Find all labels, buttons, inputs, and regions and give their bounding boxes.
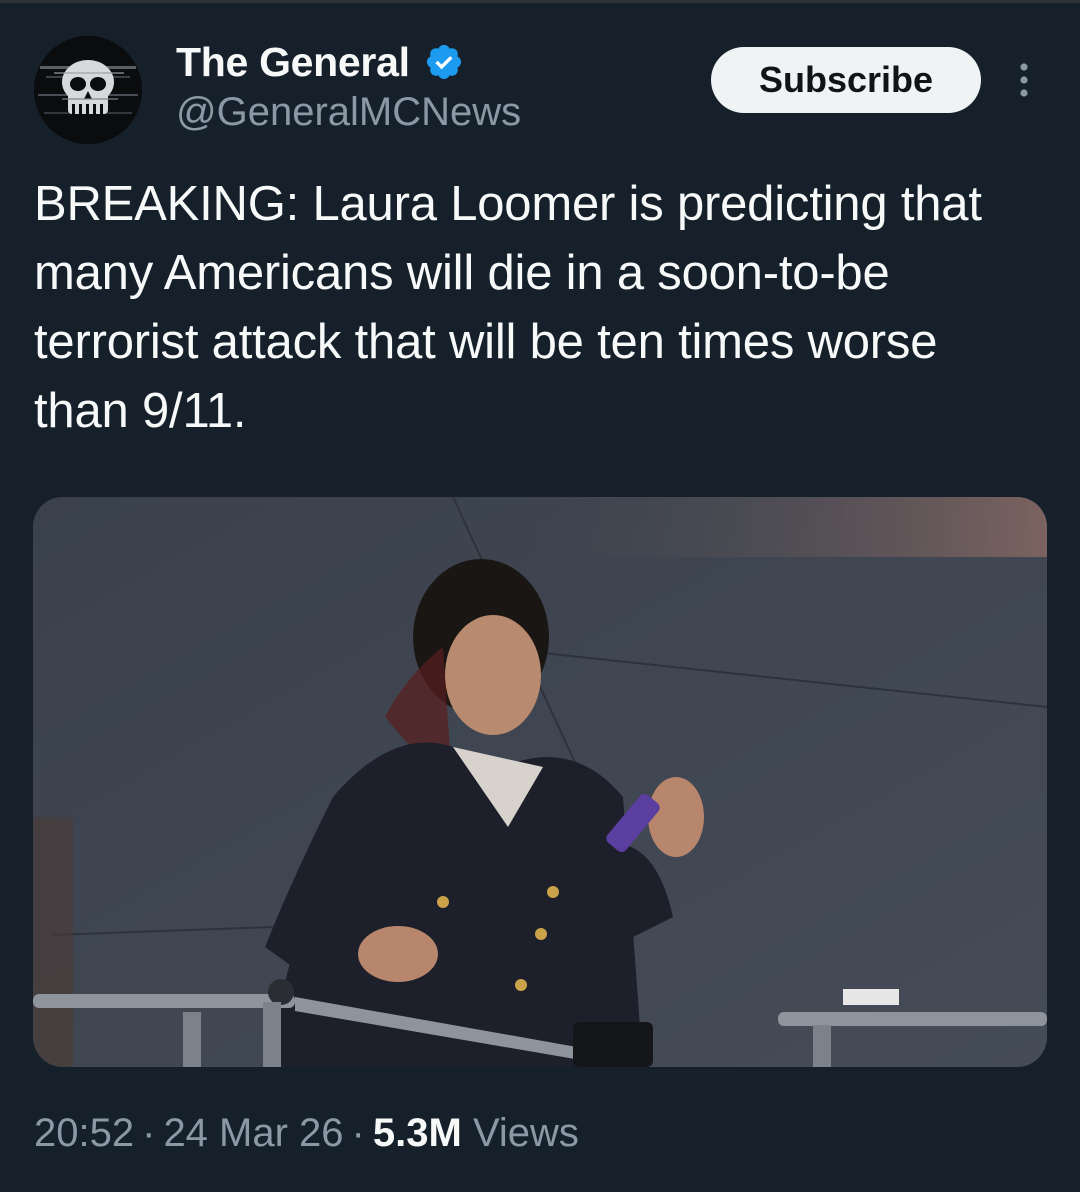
tweet-meta: 20:52 · 24 Mar 26 · 5.3M Views xyxy=(34,1105,1044,1161)
subscribe-button[interactable]: Subscribe xyxy=(711,47,981,113)
avatar[interactable] xyxy=(34,36,142,144)
tweet-date[interactable]: 24 Mar 26 xyxy=(163,1111,343,1155)
display-name-row: The General xyxy=(176,36,676,88)
tweet-photo[interactable] xyxy=(33,497,1047,1067)
tweet-header: The General @GeneralMCNews Subscribe xyxy=(0,0,1080,160)
display-name[interactable]: The General xyxy=(176,39,410,86)
more-options-button[interactable] xyxy=(1008,60,1040,100)
verified-badge-icon[interactable] xyxy=(424,42,464,82)
views-count[interactable]: 5.3M xyxy=(373,1111,462,1155)
skull-logo-icon xyxy=(34,36,142,144)
views-label: Views xyxy=(472,1111,579,1155)
author-info: The General @GeneralMCNews xyxy=(176,36,676,135)
photo-image xyxy=(33,497,1047,1067)
more-vertical-icon xyxy=(1020,63,1028,97)
tweet-text: BREAKING: Laura Loomer is predicting tha… xyxy=(34,177,982,438)
meta-separator: · xyxy=(351,1111,365,1155)
handle[interactable]: @GeneralMCNews xyxy=(176,90,676,135)
tweet-time[interactable]: 20:52 xyxy=(34,1111,134,1155)
meta-separator: · xyxy=(142,1111,156,1155)
